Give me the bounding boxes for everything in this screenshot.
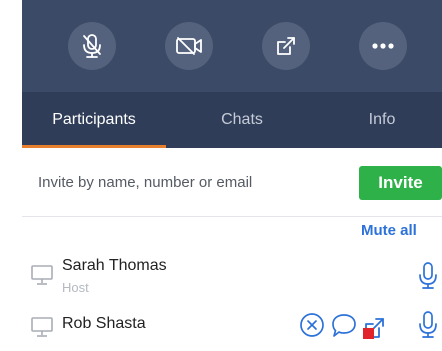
chat-icon[interactable] xyxy=(330,312,358,340)
more-button[interactable] xyxy=(359,22,407,70)
invite-button[interactable]: Invite xyxy=(359,166,442,200)
mute-all-link[interactable]: Mute all xyxy=(361,222,417,239)
invite-input[interactable] xyxy=(38,166,348,198)
invite-row: Invite xyxy=(22,148,442,217)
meeting-panel: Participants Chats Info Invite Mute all … xyxy=(22,0,442,351)
share-active-badge xyxy=(363,328,374,339)
share-button[interactable] xyxy=(262,22,310,70)
video-off-icon xyxy=(176,37,202,55)
participant-row: Rob Shasta xyxy=(22,310,442,348)
tab-bar: Participants Chats Info xyxy=(22,92,442,148)
tab-chats[interactable]: Chats xyxy=(187,92,297,148)
microphone-icon[interactable] xyxy=(418,310,438,340)
participant-role: Host xyxy=(62,280,89,295)
meeting-toolbar xyxy=(22,0,442,92)
tab-participants[interactable]: Participants xyxy=(22,92,166,148)
share-control[interactable] xyxy=(362,316,386,340)
microphone-off-icon xyxy=(83,34,101,58)
stop-video-button[interactable] xyxy=(165,22,213,70)
remove-icon[interactable] xyxy=(299,312,325,338)
mute-mic-button[interactable] xyxy=(68,22,116,70)
share-icon xyxy=(277,37,295,55)
participant-name: Rob Shasta xyxy=(62,315,146,332)
participant-name: Sarah Thomas xyxy=(62,257,167,274)
computer-icon xyxy=(31,317,53,337)
computer-icon xyxy=(31,265,53,285)
microphone-icon[interactable] xyxy=(418,261,438,291)
more-icon xyxy=(372,43,394,49)
tab-info[interactable]: Info xyxy=(342,92,422,148)
participant-row: Sarah Thomas Host xyxy=(22,255,442,303)
